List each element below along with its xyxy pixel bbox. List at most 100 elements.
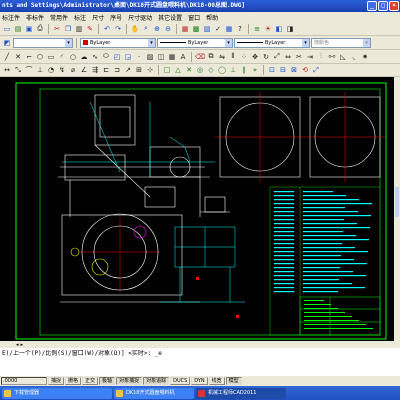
color-combo[interactable]: ByLayer ▾ [80, 37, 156, 48]
trim-icon[interactable]: ✂ [294, 52, 304, 62]
layer-previous-icon[interactable]: ◧ [274, 24, 284, 34]
help-icon[interactable]: ? [235, 24, 245, 34]
arc-length-icon[interactable]: ⌒ [24, 65, 34, 75]
grid-toggle[interactable]: 栅格 [65, 377, 82, 385]
pan-icon[interactable]: ✋ [130, 24, 140, 34]
point-icon[interactable]: · [134, 52, 144, 62]
construction-line-icon[interactable]: ✕ [13, 52, 23, 62]
make-block-icon[interactable]: ◲ [123, 52, 133, 62]
open-file-icon[interactable]: ▤ [13, 24, 23, 34]
match-properties-icon[interactable]: ✎ [85, 24, 95, 34]
drawing-canvas[interactable] [0, 77, 400, 341]
center-mark-icon[interactable]: ⊹ [145, 65, 155, 75]
ortho-toggle[interactable]: 正交 [82, 377, 99, 385]
view-top-icon[interactable]: ⊡ [267, 65, 277, 75]
snap-parallel-icon[interactable]: ∥ [239, 65, 249, 75]
snap-quadrant-icon[interactable]: ◇ [206, 65, 216, 75]
scale-icon[interactable]: ⤢ [272, 52, 282, 62]
quick-dimension-icon[interactable]: ⇶ [90, 65, 100, 75]
taskbar-item-download-manager[interactable]: 下载管理器 [2, 387, 112, 399]
snap-endpoint-icon[interactable]: □ [162, 65, 172, 75]
layer-icon[interactable]: ◩ [2, 38, 12, 48]
hatch-icon[interactable]: ▨ [145, 52, 155, 62]
mtext-icon[interactable]: A [178, 52, 188, 62]
menu-item-nonstandard-parts[interactable]: 非标件 [26, 13, 44, 22]
calculator-icon[interactable]: ▦ [224, 24, 234, 34]
linetype-combo[interactable]: ByLayer ▾ [157, 37, 233, 48]
orbit-icon[interactable]: ⟲ [300, 65, 310, 75]
snap-nearest-icon[interactable]: ⌖ [250, 65, 260, 75]
continue-icon[interactable]: ⊐ [112, 65, 122, 75]
view-front-icon[interactable]: ⊟ [278, 65, 288, 75]
save-icon[interactable]: ▣ [24, 24, 34, 34]
diameter-icon[interactable]: ⌀ [68, 65, 78, 75]
markup-icon[interactable]: ✓ [213, 24, 223, 34]
cut-icon[interactable]: ✂ [52, 24, 62, 34]
scrollbar-thumb[interactable] [395, 187, 399, 217]
stretch-icon[interactable]: ⇔ [283, 52, 293, 62]
polar-toggle[interactable]: 极轴 [99, 377, 116, 385]
arc-icon[interactable]: ◜ [57, 52, 67, 62]
mirror-icon[interactable]: ⇋ [217, 52, 227, 62]
lineweight-combo[interactable]: ByLayer ▾ [234, 37, 310, 48]
layer-manager-icon[interactable]: ≡ [252, 24, 262, 34]
line-icon[interactable]: ╱ [2, 52, 12, 62]
lineweight-toggle[interactable]: 线宽 [208, 377, 225, 385]
menu-item-dimension-drive[interactable]: 尺寸驱动 [128, 13, 152, 22]
fillet-icon[interactable]: ◟ [349, 52, 359, 62]
design-center-icon[interactable]: ▩ [191, 24, 201, 34]
command-prompt[interactable] [2, 358, 398, 366]
ducs-toggle[interactable]: DUCS [170, 377, 191, 385]
baseline-icon[interactable]: ⊏ [101, 65, 111, 75]
ellipse-icon[interactable]: ⬭ [101, 52, 111, 62]
otrack-toggle[interactable]: 对象追踪 [143, 377, 170, 385]
copy-object-icon[interactable]: ⧉ [206, 52, 216, 62]
offset-icon[interactable]: ⫴ [228, 52, 238, 62]
zoom-extents-icon[interactable]: ⤢ [311, 65, 321, 75]
revision-cloud-icon[interactable]: ☁ [79, 52, 89, 62]
circle-icon[interactable]: ○ [68, 52, 78, 62]
move-icon[interactable]: ✥ [250, 52, 260, 62]
spline-icon[interactable]: ∿ [90, 52, 100, 62]
zoom-realtime-icon[interactable]: ⌕ [141, 24, 151, 34]
menu-item-help[interactable]: 帮助 [206, 13, 218, 22]
rectangle-icon[interactable]: ▭ [46, 52, 56, 62]
coordinate-readout[interactable]: .0000 [1, 377, 47, 385]
menu-item-standard-parts[interactable]: 标注件 [2, 13, 20, 22]
linear-dimension-icon[interactable]: ↔ [2, 65, 12, 75]
table-icon[interactable]: ▦ [167, 52, 177, 62]
undo-icon[interactable]: ↶ [102, 24, 112, 34]
ordinate-icon[interactable]: ⊥ [35, 65, 45, 75]
minimize-button[interactable]: _ [367, 1, 377, 11]
snap-perpendicular-icon[interactable]: ⊥ [228, 65, 238, 75]
tool-palette-icon[interactable]: ▧ [202, 24, 212, 34]
redo-icon[interactable]: ↷ [113, 24, 123, 34]
insert-block-icon[interactable]: ◰ [112, 52, 122, 62]
polyline-icon[interactable]: ⌐ [24, 52, 34, 62]
snap-midpoint-icon[interactable]: △ [173, 65, 183, 75]
print-icon[interactable]: ⎙ [35, 24, 45, 34]
zoom-window-icon[interactable]: ⊕ [152, 24, 162, 34]
snap-tangent-icon[interactable]: ◯ [217, 65, 227, 75]
new-file-icon[interactable]: ▭ [2, 24, 12, 34]
osnap-toggle[interactable]: 对象捕捉 [116, 377, 143, 385]
tab-nav-right-icon[interactable]: ▸ [21, 342, 24, 348]
leader-icon[interactable]: ↗ [123, 65, 133, 75]
make-current-icon[interactable]: ◨ [285, 24, 295, 34]
copy-icon[interactable]: ❐ [63, 24, 73, 34]
erase-icon[interactable]: ⌫ [195, 52, 205, 62]
aligned-dimension-icon[interactable]: ⤡ [13, 65, 23, 75]
layer-combo[interactable]: ▾ [13, 37, 73, 48]
array-icon[interactable]: ⁘ [239, 52, 249, 62]
layer-state-icon[interactable]: ☀ [263, 24, 273, 34]
radius-icon[interactable]: ◔ [46, 65, 56, 75]
explode-icon[interactable]: ✷ [360, 52, 370, 62]
taskbar-item-folder[interactable]: DK18开式圆盘喂料机 [114, 387, 194, 399]
menu-item-other-settings[interactable]: 其它设置 [158, 13, 182, 22]
menu-item-annotation[interactable]: 标注 [74, 13, 86, 22]
snap-intersection-icon[interactable]: ✕ [184, 65, 194, 75]
snap-toggle[interactable]: 捕捉 [48, 377, 65, 385]
dyn-toggle[interactable]: DYN [191, 377, 208, 385]
chamfer-icon[interactable]: ◺ [338, 52, 348, 62]
taskbar-item-cad[interactable]: 机械工程师CAD2011 [196, 387, 286, 399]
